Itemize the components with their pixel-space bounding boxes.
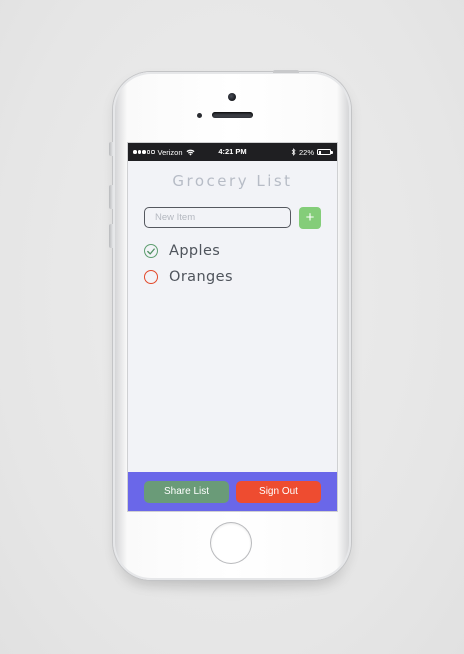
phone-screen: Verizon 4:21 PM 22% Grocery List New Ite… — [128, 143, 337, 511]
list-item-label: Oranges — [169, 269, 233, 285]
share-list-button[interactable]: Share List — [144, 481, 229, 503]
bluetooth-icon — [291, 148, 296, 156]
battery-level — [318, 150, 322, 154]
background: Verizon 4:21 PM 22% Grocery List New Ite… — [0, 0, 464, 654]
status-bar: Verizon 4:21 PM 22% — [128, 143, 337, 161]
battery-icon — [317, 149, 333, 155]
battery-percent: 22% — [298, 147, 314, 157]
proximity-sensor — [197, 113, 202, 118]
page-title: Grocery List — [172, 172, 293, 190]
home-button[interactable] — [211, 523, 251, 563]
bottom-toolbar: Share List Sign Out — [128, 472, 337, 511]
front-camera — [228, 93, 236, 101]
power-button — [273, 70, 299, 73]
volume-down-button — [109, 224, 113, 248]
unchecked-circle-icon[interactable] — [144, 270, 158, 284]
list-item-oranges[interactable]: Oranges — [144, 264, 324, 290]
sign-out-button[interactable]: Sign Out — [236, 481, 321, 503]
add-item-button[interactable]: + — [299, 207, 321, 229]
volume-up-button — [109, 185, 113, 209]
earpiece-speaker — [212, 112, 253, 118]
grocery-items-list: Apples Oranges — [144, 238, 324, 290]
status-bar-right: 22% — [291, 143, 333, 161]
list-item-label: Apples — [169, 243, 221, 259]
mute-switch — [109, 142, 113, 156]
checked-circle-icon[interactable] — [144, 244, 158, 258]
new-item-input[interactable] — [144, 207, 291, 228]
list-item-apples[interactable]: Apples — [144, 238, 324, 264]
iphone-device: Verizon 4:21 PM 22% Grocery List New Ite… — [109, 70, 351, 580]
